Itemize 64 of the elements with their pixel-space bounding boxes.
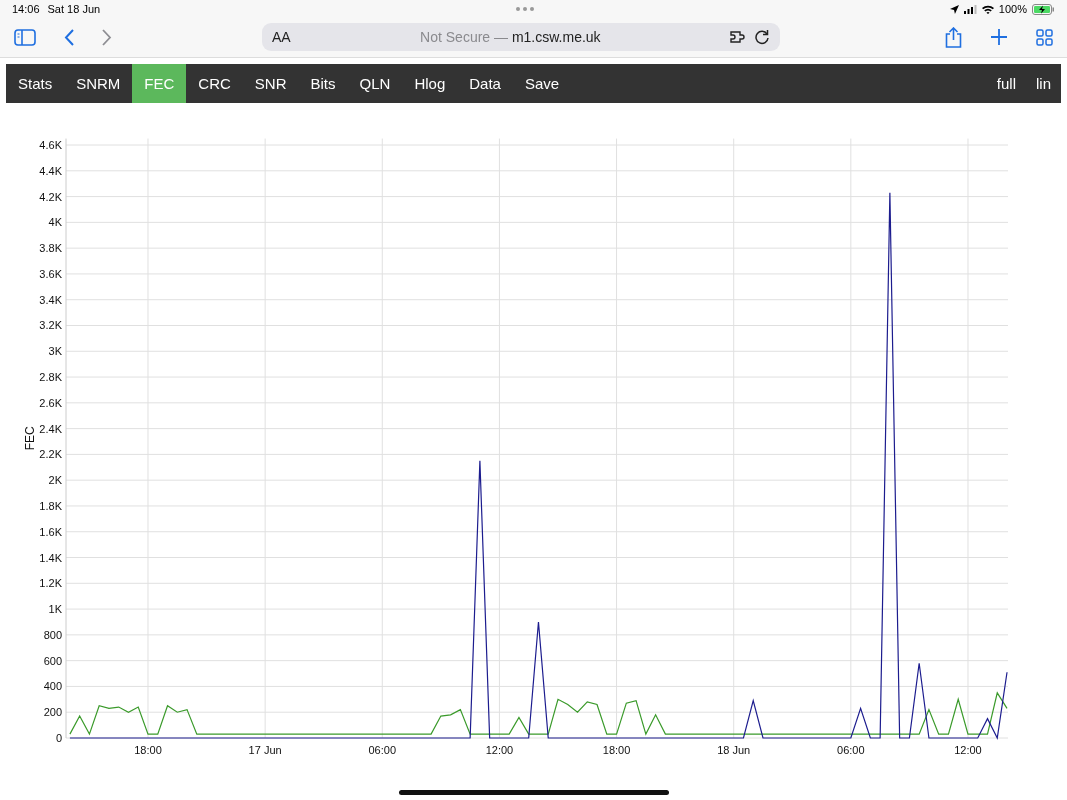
address-bar[interactable]: AA Not Secure — m1.csw.me.uk: [262, 23, 780, 51]
x-tick-label: 12:00: [485, 744, 514, 756]
y-tick-label: 2.2K: [39, 448, 62, 461]
view-option-link[interactable]: full: [986, 64, 1026, 103]
y-tick-label: 2K: [48, 474, 62, 487]
tabs-grid-icon[interactable]: [1036, 28, 1053, 46]
nav-tab[interactable]: Data: [457, 64, 513, 103]
security-label: Not Secure —: [420, 29, 508, 45]
x-tick-label: 17 Jun: [248, 744, 282, 756]
url-domain: m1.csw.me.uk: [511, 29, 601, 45]
y-tick-label: 2.6K: [39, 396, 62, 409]
y-tick-label: 4.6K: [39, 139, 62, 151]
text-size-button[interactable]: AA: [272, 29, 291, 45]
location-arrow-icon: [949, 4, 959, 14]
y-tick-label: 1.8K: [39, 499, 62, 512]
nav-tab[interactable]: Stats: [6, 64, 65, 103]
y-axis-title: FEC: [23, 426, 37, 451]
nav-tab[interactable]: SNRM: [64, 64, 133, 103]
nav-tab[interactable]: CRC: [186, 64, 243, 103]
x-tick-label: 18:00: [602, 744, 631, 756]
y-tick-label: 3.8K: [39, 242, 62, 255]
signal-icon: [963, 4, 977, 14]
y-tick-label: 3.2K: [39, 319, 62, 332]
back-icon[interactable]: [64, 28, 74, 46]
nav-tab[interactable]: Save: [512, 64, 572, 103]
nav-tab[interactable]: SNR: [242, 64, 299, 103]
x-tick-label: 18:00: [134, 744, 162, 756]
y-tick-label: 2.4K: [39, 422, 62, 435]
y-tick-label: 2.8K: [39, 371, 62, 384]
y-tick-label: 400: [43, 680, 62, 693]
forward-icon[interactable]: [102, 28, 112, 46]
y-tick-label: 800: [43, 628, 62, 641]
more-dots-icon[interactable]: [516, 7, 534, 11]
nav-tab[interactable]: Bits: [298, 64, 348, 103]
wifi-icon: [981, 4, 994, 14]
y-tick-label: 1.4K: [39, 551, 62, 564]
reload-icon[interactable]: [755, 29, 770, 45]
x-tick-label: 06:00: [837, 744, 865, 756]
x-tick-label: 18 Jun: [717, 744, 751, 756]
battery-percent: 100%: [998, 3, 1027, 15]
nav-tab[interactable]: Hlog: [402, 64, 458, 103]
y-tick-label: 4K: [48, 216, 62, 229]
y-tick-label: 0: [55, 732, 62, 744]
x-tick-label: 06:00: [368, 744, 397, 756]
y-tick-label: 1K: [48, 603, 62, 616]
battery-charging-icon: [1032, 3, 1055, 15]
y-tick-label: 4.2K: [39, 190, 62, 203]
y-tick-label: 1.6K: [39, 525, 62, 538]
date: Sat 18 Jun: [47, 3, 101, 15]
y-tick-label: 3.4K: [39, 293, 62, 306]
y-tick-label: 200: [43, 706, 62, 719]
extension-icon[interactable]: [730, 30, 747, 44]
nav-tab[interactable]: QLN: [347, 64, 403, 103]
share-icon[interactable]: [945, 26, 962, 48]
clock: 14:06: [12, 3, 40, 15]
y-tick-label: 4.4K: [39, 164, 62, 177]
plus-icon[interactable]: [991, 29, 1007, 45]
y-tick-label: 3K: [48, 345, 62, 358]
view-option-link[interactable]: lin: [1026, 64, 1061, 103]
y-tick-label: 1.2K: [39, 577, 62, 590]
y-tick-label: 600: [43, 654, 62, 667]
sidebar-icon[interactable]: [14, 28, 36, 46]
y-tick-label: 3.6K: [39, 267, 62, 280]
x-tick-label: 12:00: [954, 744, 982, 756]
